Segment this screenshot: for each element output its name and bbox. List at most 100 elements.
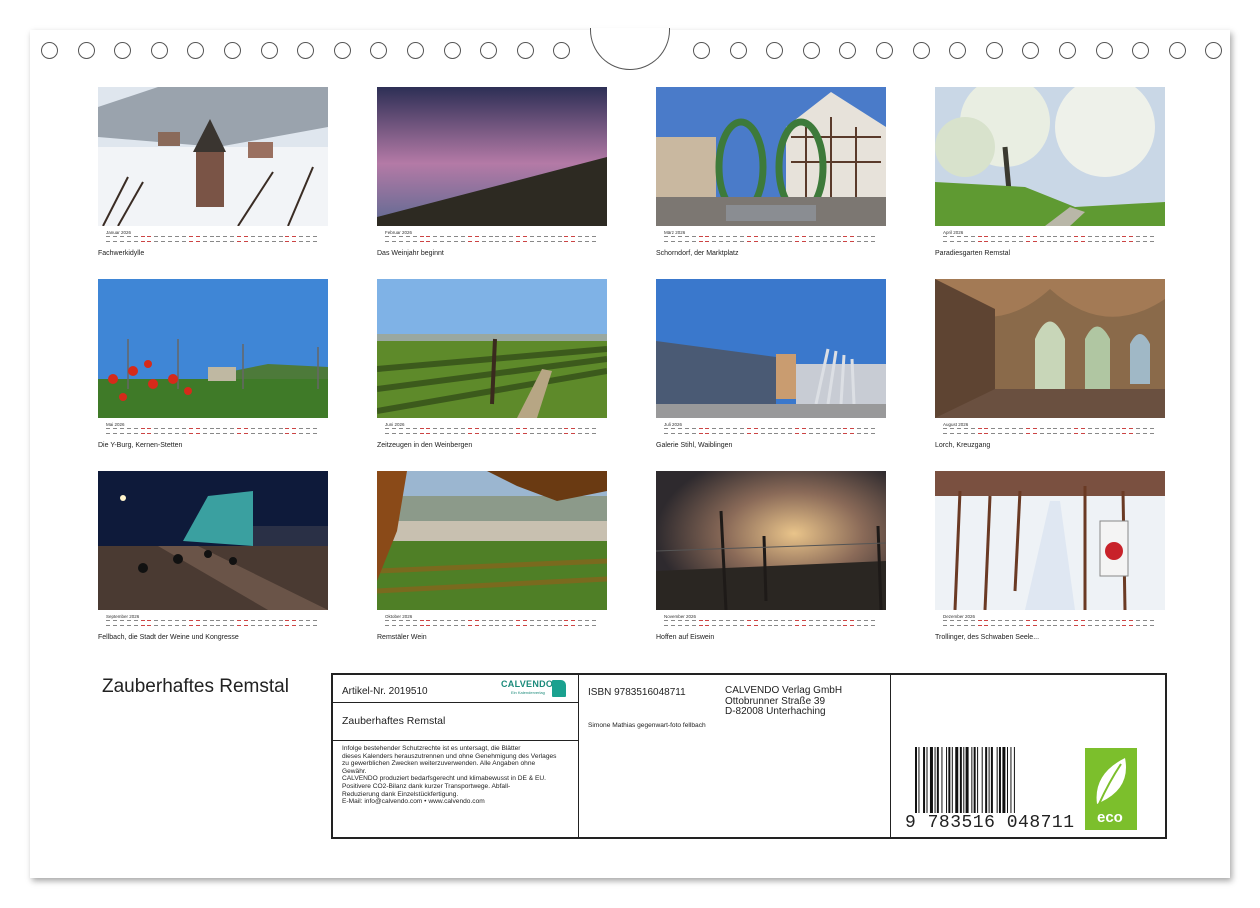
legal-line: Gewähr. (342, 767, 367, 775)
day-mark (977, 428, 982, 430)
day-mark (564, 241, 569, 243)
day-mark (1046, 241, 1051, 243)
day-mark (426, 236, 431, 238)
info-column-article: Artikel-Nr. 2019510 CALVENDO Ein Kalende… (333, 675, 579, 837)
day-mark (850, 236, 855, 238)
day-mark (285, 241, 290, 243)
month-name: Mai (106, 422, 114, 427)
day-mark (278, 428, 283, 430)
day-mark (543, 241, 548, 243)
day-mark (523, 625, 527, 627)
month-caption: Schorndorf, der Marktplatz (656, 250, 739, 257)
day-mark (592, 241, 596, 243)
day-mark (133, 241, 138, 243)
day-mark (467, 236, 472, 238)
day-mark (529, 625, 534, 627)
day-mark (306, 241, 311, 243)
day-mark (529, 241, 534, 243)
legal-line: CALVENDO produziert bedarfsgerecht und k… (342, 775, 547, 783)
day-mark (760, 241, 765, 243)
day-mark (767, 625, 772, 627)
day-mark (739, 625, 744, 627)
day-mark (306, 428, 311, 430)
day-mark (1018, 428, 1023, 430)
month-name: Oktober (385, 614, 402, 619)
day-mark (481, 625, 486, 627)
day-mark (230, 236, 235, 238)
day-mark (1005, 236, 1010, 238)
day-mark (719, 620, 724, 622)
day-mark (278, 236, 283, 238)
day-mark (426, 428, 431, 430)
eco-badge: eco (1085, 748, 1137, 830)
mini-calendar: Januar 2026 (98, 230, 328, 247)
day-mark (230, 433, 235, 435)
day-mark (1005, 433, 1010, 435)
day-mark (1005, 428, 1010, 430)
day-mark (836, 625, 841, 627)
month-caption: Remstäler Wein (377, 634, 427, 641)
day-mark (864, 241, 869, 243)
day-mark (216, 625, 221, 627)
photo-market-square (656, 87, 886, 226)
day-mark (564, 625, 569, 627)
day-mark (746, 620, 751, 622)
day-mark (864, 620, 869, 622)
photo-cloister (935, 279, 1165, 418)
day-mark (495, 625, 500, 627)
ring-hole (443, 42, 461, 59)
day-mark (126, 241, 131, 243)
day-mark (140, 236, 145, 238)
ring-hole (766, 42, 784, 59)
day-mark (502, 620, 507, 622)
day-mark (802, 625, 806, 627)
day-mark (698, 428, 703, 430)
ring-hole (150, 42, 168, 59)
day-mark (175, 620, 179, 622)
day-mark (984, 620, 989, 622)
day-mark (385, 241, 389, 243)
photo-autumn-valley (377, 471, 607, 610)
legal-line: dieses Kalenders herauszutrennen und ohn… (342, 752, 557, 760)
day-mark (1108, 236, 1113, 238)
day-mark (592, 433, 596, 435)
day-mark (578, 428, 583, 430)
ring-hole (876, 42, 893, 59)
day-mark (963, 236, 968, 238)
day-mark (788, 433, 793, 435)
day-mark (543, 620, 548, 622)
day-mark (850, 433, 855, 435)
day-mark (664, 620, 668, 622)
day-mark (712, 236, 717, 238)
day-mark (829, 433, 834, 435)
day-mark (237, 428, 242, 430)
day-mark (1025, 236, 1030, 238)
day-mark (970, 236, 975, 238)
month-caption: Hoffen auf Eiswein (656, 634, 715, 641)
day-mark (1067, 241, 1072, 243)
day-mark (536, 236, 541, 238)
ring-hole (729, 42, 747, 59)
day-mark (1046, 236, 1051, 238)
day-mark (864, 236, 869, 238)
day-mark (712, 620, 717, 622)
day-mark (285, 428, 290, 430)
day-mark (1136, 241, 1141, 243)
day-mark (133, 433, 138, 435)
month-year: 2026 (672, 422, 683, 427)
day-mark (147, 625, 152, 627)
day-mark (264, 433, 269, 435)
day-mark (1018, 236, 1023, 238)
day-mark (1122, 241, 1127, 243)
day-mark (250, 433, 255, 435)
day-mark (585, 433, 590, 435)
day-mark (684, 236, 689, 238)
barcode-bar (955, 747, 959, 813)
day-mark (433, 620, 438, 622)
day-mark (188, 241, 193, 243)
day-mark (168, 625, 173, 627)
day-mark (1074, 428, 1079, 430)
day-mark (1081, 625, 1085, 627)
day-mark (550, 433, 555, 435)
day-mark (550, 620, 555, 622)
